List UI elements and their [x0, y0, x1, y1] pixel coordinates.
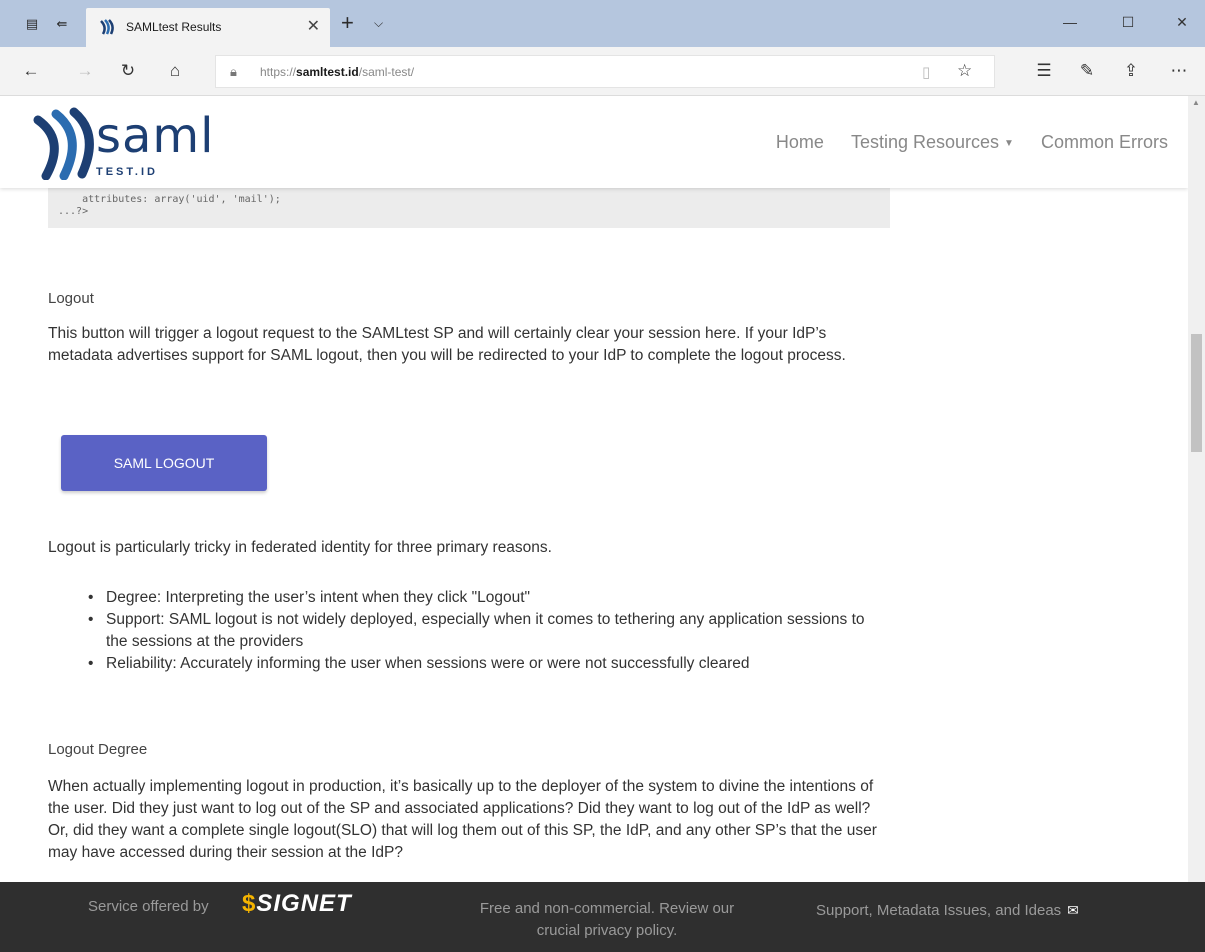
site-nav: Home Testing Resources ▼ Common Errors — [754, 132, 1168, 153]
maximize-icon[interactable]: ☐ — [1118, 14, 1138, 31]
tab-title: SAMLtest Results — [126, 20, 222, 34]
url-text[interactable]: https://samltest.id/saml-test/ — [260, 65, 414, 79]
footer-support-link[interactable]: Support, Metadata Issues, and Ideas ✉ — [816, 902, 1079, 919]
privacy-policy-link[interactable]: crucial privacy policy. — [446, 920, 768, 942]
page-viewport: saml TEST.ID Home Testing Resources ▼ Co… — [0, 96, 1188, 882]
site-logo[interactable]: saml TEST.ID — [30, 106, 230, 180]
signet-logo[interactable]: $SIGNET — [242, 890, 352, 918]
reading-view-icon[interactable]: ▯ — [922, 63, 930, 81]
favicon-icon — [100, 19, 114, 35]
home-icon[interactable]: ⌂ — [164, 61, 186, 81]
minimize-icon[interactable]: — — [1060, 14, 1080, 30]
address-bar[interactable]: 🔒︎ https://samltest.id/saml-test/ ▯ ☆ — [215, 55, 995, 88]
logo-subtext: TEST.ID — [96, 166, 158, 178]
site-footer: Service offered by $SIGNET Free and non-… — [0, 882, 1205, 952]
nav-testing-resources[interactable]: Testing Resources ▼ — [851, 132, 1014, 152]
code-block: attributes: array('uid', 'mail'); ...?> — [48, 188, 890, 228]
nav-home[interactable]: Home — [776, 132, 824, 152]
reasons-list: Degree: Interpreting the user’s intent w… — [88, 587, 868, 675]
favorites-hub-icon[interactable]: ☰ — [1033, 61, 1055, 81]
mail-icon: ✉ — [1067, 902, 1079, 918]
footer-privacy-text: Free and non-commercial. Review our cruc… — [446, 898, 768, 942]
browser-titlebar: ▤ ⇚ SAMLtest Results ✕ + ⌵ — ☐ ✕ — [0, 0, 1205, 47]
back-icon[interactable]: ← — [20, 61, 42, 81]
code-line: ...?> — [58, 206, 89, 217]
logo-wordmark: saml — [96, 108, 215, 164]
nav-common-errors[interactable]: Common Errors — [1041, 132, 1168, 152]
scroll-thumb[interactable] — [1191, 334, 1202, 452]
window-close-icon[interactable]: ✕ — [1172, 14, 1192, 31]
logout-degree-paragraph: When actually implementing logout in pro… — [48, 778, 877, 861]
scroll-up-icon[interactable]: ▲ — [1192, 98, 1200, 107]
tab-actions-icon[interactable]: ▤ — [22, 14, 42, 34]
new-tab-icon[interactable]: + — [341, 12, 354, 34]
share-icon[interactable]: ⇪ — [1120, 61, 1142, 81]
tab-aside-icon[interactable]: ⇚ — [52, 14, 72, 34]
lock-icon[interactable]: 🔒︎ — [230, 64, 237, 80]
caret-down-icon: ▼ — [1004, 138, 1014, 149]
tab-list-icon[interactable]: ⌵ — [374, 16, 383, 31]
close-icon[interactable]: ✕ — [307, 16, 320, 36]
more-icon[interactable]: ⋯ — [1168, 61, 1190, 81]
logout-heading: Logout — [48, 290, 94, 307]
list-item: Degree: Interpreting the user’s intent w… — [88, 587, 868, 609]
pen-icon[interactable]: ✎ — [1076, 61, 1098, 81]
signet-mark-icon: $ — [242, 890, 257, 917]
logo-mark-icon — [33, 107, 94, 180]
footer-service-text: Service offered by — [88, 898, 209, 915]
site-header: saml TEST.ID Home Testing Resources ▼ Co… — [0, 96, 1188, 188]
logout-tricky-text: Logout is particularly tricky in federat… — [48, 539, 552, 556]
list-item: Reliability: Accurately informing the us… — [88, 653, 868, 675]
saml-logout-button[interactable]: SAML LOGOUT — [61, 435, 267, 491]
refresh-icon[interactable]: ↻ — [117, 61, 139, 81]
code-line: attributes: array('uid', 'mail'); — [58, 194, 281, 205]
forward-icon[interactable]: → — [74, 61, 96, 81]
logout-paragraph: This button will trigger a logout reques… — [48, 325, 846, 364]
logout-degree-heading: Logout Degree — [48, 741, 148, 758]
page-scrollbar[interactable]: ▲ — [1188, 96, 1205, 882]
list-item: Support: SAML logout is not widely deplo… — [88, 609, 868, 653]
browser-navbar: ← → ↻ ⌂ 🔒︎ https://samltest.id/saml-test… — [0, 47, 1205, 96]
favorite-star-icon[interactable]: ☆ — [957, 61, 972, 81]
browser-tab[interactable]: SAMLtest Results ✕ — [86, 8, 330, 47]
